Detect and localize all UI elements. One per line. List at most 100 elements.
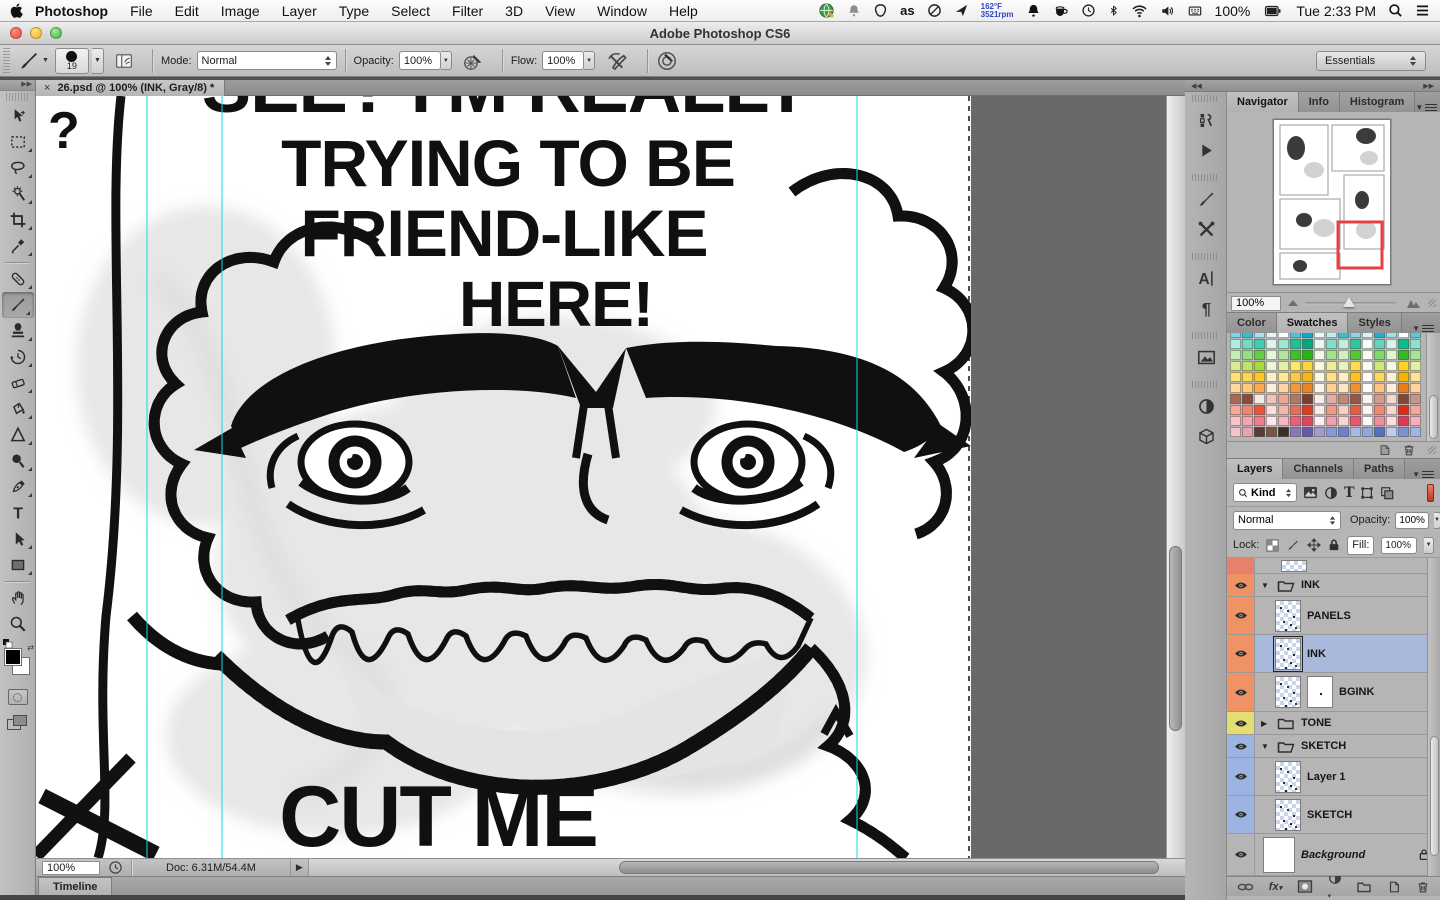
layer-row-ink[interactable]: ▼ INK [1227, 574, 1440, 597]
lasso-tool[interactable] [0, 155, 36, 181]
swatch-29[interactable] [1386, 339, 1397, 349]
swatch-64[interactable] [1230, 372, 1241, 382]
swatch-67[interactable] [1266, 372, 1277, 382]
lock-all-icon[interactable] [1328, 538, 1340, 552]
swatch-88[interactable] [1326, 383, 1337, 393]
layer-row-sketch[interactable]: SKETCH [1227, 796, 1440, 834]
collapse-group-icon[interactable]: ▼ [1261, 581, 1271, 590]
swatch-57[interactable] [1338, 361, 1349, 371]
layer-row-body[interactable]: ▶ TONE [1255, 712, 1440, 734]
flow-field[interactable]: 100% [542, 51, 585, 70]
swatch-112[interactable] [1230, 405, 1241, 415]
paragraph-panel-icon[interactable]: ¶ [1185, 293, 1227, 323]
swatches-scroll-thumb[interactable] [1429, 395, 1438, 439]
layer-row-body[interactable] [1255, 558, 1440, 573]
canvas-artwork[interactable]: ? SEE? I'M REALLY TRYING TO BE FRIEND-LI… [36, 96, 971, 858]
swatch-130[interactable] [1254, 416, 1265, 426]
swatch-75[interactable] [1362, 372, 1373, 382]
swatch-115[interactable] [1266, 405, 1277, 415]
swatch-52[interactable] [1278, 361, 1289, 371]
visibility-toggle[interactable] [1227, 673, 1255, 711]
visibility-toggle[interactable] [1227, 597, 1255, 634]
swatch-84[interactable] [1278, 383, 1289, 393]
swatches-scrollbar[interactable] [1426, 333, 1439, 441]
swatch-109[interactable] [1386, 394, 1397, 404]
screen-mode-button[interactable] [6, 715, 29, 733]
swatch-53[interactable] [1290, 361, 1301, 371]
layer-row-body[interactable]: ▼ SKETCH [1255, 735, 1440, 757]
layer-row-background[interactable]: Background [1227, 834, 1440, 876]
notification-center-icon[interactable] [1415, 4, 1430, 17]
brush-tool-badge-icon[interactable] [18, 50, 40, 72]
swatch-128[interactable] [1230, 416, 1241, 426]
swatch-148[interactable] [1278, 427, 1289, 437]
move-tool[interactable] [0, 103, 36, 129]
layer-row-tone[interactable]: ▶ TONE [1227, 712, 1440, 735]
lock-pixels-icon[interactable] [1286, 539, 1300, 552]
swatch-83[interactable] [1266, 383, 1277, 393]
layers-tab-channels[interactable]: Channels [1283, 459, 1354, 479]
swatch-125[interactable] [1386, 405, 1397, 415]
swatch-0[interactable] [1230, 333, 1241, 338]
zoom-tool[interactable] [0, 611, 36, 637]
layer-opacity-field[interactable]: 100% [1395, 511, 1429, 529]
tool-presets-panel-icon[interactable] [1185, 214, 1227, 244]
swatch-78[interactable] [1398, 372, 1409, 382]
default-colors-icon[interactable] [3, 639, 13, 648]
layer-row-body[interactable]: SKETCH [1255, 796, 1440, 833]
layer-comps-panel-icon[interactable] [1185, 105, 1227, 135]
swatch-81[interactable] [1242, 383, 1253, 393]
panel-dock-header[interactable]: ◀◀ ▶▶ [1185, 80, 1440, 92]
swatch-91[interactable] [1362, 383, 1373, 393]
opacity-field[interactable]: 100% [398, 51, 441, 70]
delete-layer-icon[interactable] [1416, 880, 1430, 894]
swatch-8[interactable] [1326, 333, 1337, 338]
swatch-54[interactable] [1302, 361, 1313, 371]
foreground-color-swatch[interactable] [4, 648, 22, 666]
swatch-133[interactable] [1290, 416, 1301, 426]
swatch-63[interactable] [1410, 361, 1421, 371]
swatch-150[interactable] [1302, 427, 1313, 437]
swatch-17[interactable] [1242, 339, 1253, 349]
filter-pixel-layers-icon[interactable] [1303, 486, 1318, 499]
swatch-3[interactable] [1266, 333, 1277, 338]
swatch-118[interactable] [1302, 405, 1313, 415]
menu-type[interactable]: Type [339, 3, 369, 19]
swatch-58[interactable] [1350, 361, 1361, 371]
new-layer-icon[interactable] [1387, 880, 1401, 894]
swatch-103[interactable] [1314, 394, 1325, 404]
quick-mask-button[interactable] [7, 689, 28, 705]
swatch-48[interactable] [1230, 361, 1241, 371]
swatch-96[interactable] [1230, 394, 1241, 404]
earth-monitor-icon[interactable] [818, 2, 835, 19]
menu-window[interactable]: Window [597, 3, 647, 19]
swatch-137[interactable] [1338, 416, 1349, 426]
layer-thumbnail[interactable] [1275, 676, 1301, 708]
navigator-zoom-thumb[interactable] [1343, 296, 1356, 307]
expand-panels-icon[interactable]: ▶▶ [1423, 82, 1434, 90]
swatch-98[interactable] [1254, 394, 1265, 404]
menu-image[interactable]: Image [221, 3, 260, 19]
swatch-40[interactable] [1326, 350, 1337, 360]
swatch-46[interactable] [1398, 350, 1409, 360]
brush-tool[interactable] [2, 292, 34, 318]
horizontal-scrollbar[interactable] [308, 858, 1185, 877]
swatch-95[interactable] [1410, 383, 1421, 393]
expand-group-icon[interactable]: ▶ [1261, 719, 1271, 728]
layers-scrollbar[interactable] [1427, 558, 1440, 876]
swatch-124[interactable] [1374, 405, 1385, 415]
add-layer-mask-icon[interactable] [1297, 880, 1313, 893]
layer-mask-thumbnail[interactable] [1307, 676, 1333, 708]
swatch-25[interactable] [1338, 339, 1349, 349]
swatch-9[interactable] [1338, 333, 1349, 338]
timeline-tab[interactable]: Timeline [38, 877, 113, 896]
notification-bell-icon[interactable] [1026, 3, 1041, 18]
horizontal-scroll-thumb[interactable] [618, 860, 1159, 874]
navigator-zoom-slider[interactable] [1305, 296, 1396, 307]
swatch-61[interactable] [1386, 361, 1397, 371]
slash-circle-icon[interactable] [927, 3, 942, 18]
swatch-76[interactable] [1374, 372, 1385, 382]
layers-tab-paths[interactable]: Paths [1354, 459, 1405, 479]
swatch-97[interactable] [1242, 394, 1253, 404]
tools-collapse-handle[interactable]: ▶▶ [0, 80, 35, 91]
